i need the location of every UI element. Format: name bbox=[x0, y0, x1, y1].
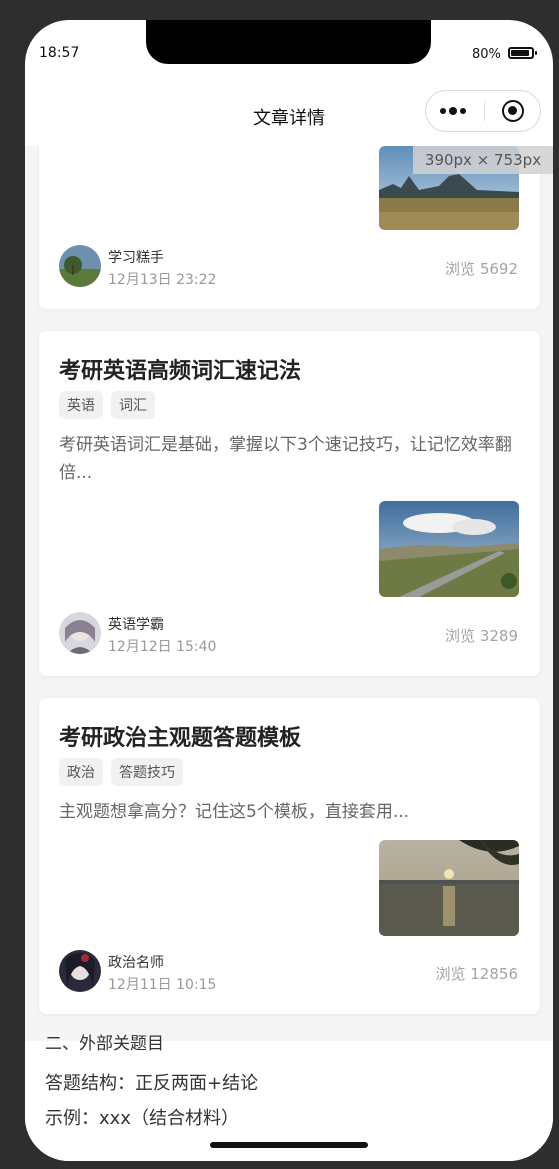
notch bbox=[146, 20, 431, 64]
article-excerpt: 考研英语词汇是基础，掌握以下3个速记技巧，让记忆效率翻倍... bbox=[59, 435, 512, 483]
more-icon[interactable] bbox=[440, 91, 466, 131]
article-tag[interactable]: 政治 bbox=[59, 758, 103, 786]
article-thumbnail bbox=[379, 501, 519, 597]
author-avatar[interactable] bbox=[59, 612, 101, 654]
debug-size-tooltip: 390px × 753px bbox=[413, 146, 553, 174]
article-thumbnail bbox=[379, 840, 519, 936]
capsule-divider bbox=[484, 101, 485, 121]
navigation-bar: 文章详情 bbox=[25, 90, 553, 146]
miniprogram-capsule bbox=[425, 90, 541, 132]
article-title[interactable]: 考研英语高频词汇速记法 bbox=[59, 353, 301, 385]
publish-date: 12月13日 23:22 bbox=[108, 272, 217, 288]
tag-list: 英语 词汇 bbox=[59, 391, 155, 419]
view-count: 浏览 12856 bbox=[435, 965, 519, 983]
battery-icon bbox=[508, 47, 537, 59]
article-card[interactable]: 考研英语高频词汇速记法 英语 词汇 考研英语词汇是基础，掌握以下3个速记技巧，让… bbox=[39, 331, 540, 676]
article-tag[interactable]: 词汇 bbox=[111, 391, 155, 419]
article-list[interactable]: 390px × 753px 学习糕手 12月13日 23:22 浏览 5692 … bbox=[25, 146, 553, 1161]
content-line: 示例：xxx（结合材料） bbox=[45, 1108, 239, 1129]
article-tag[interactable]: 答题技巧 bbox=[111, 758, 183, 786]
article-tag[interactable]: 英语 bbox=[59, 391, 103, 419]
author-name[interactable]: 政治名师 bbox=[108, 952, 164, 972]
close-miniprogram-icon[interactable] bbox=[502, 100, 524, 122]
battery-percent: 80% bbox=[472, 47, 501, 62]
publish-date: 12月12日 15:40 bbox=[108, 639, 217, 655]
article-excerpt: 主观题想拿高分？记住这5个模板，直接套用... bbox=[59, 802, 410, 822]
article-card[interactable]: 考研政治主观题答题模板 政治 答题技巧 主观题想拿高分？记住这5个模板，直接套用… bbox=[39, 698, 540, 1014]
view-count: 浏览 5692 bbox=[445, 260, 518, 278]
author-avatar[interactable] bbox=[59, 950, 101, 992]
status-bar: 18:57 80% bbox=[25, 20, 553, 90]
author-avatar[interactable] bbox=[59, 245, 101, 287]
publish-date: 12月11日 10:15 bbox=[108, 977, 217, 993]
author-name[interactable]: 英语学霸 bbox=[108, 614, 164, 634]
tag-list: 政治 答题技巧 bbox=[59, 758, 183, 786]
article-title[interactable]: 考研政治主观题答题模板 bbox=[59, 720, 301, 752]
phone-frame: 18:57 80% 文章详情 390px × 753px 学习糕手 12月13日… bbox=[25, 20, 553, 1161]
content-line: 二、外部关题目 bbox=[45, 1034, 164, 1054]
status-time: 18:57 bbox=[39, 45, 80, 61]
author-name[interactable]: 学习糕手 bbox=[108, 247, 164, 267]
content-line: 答题结构：正反两面+结论 bbox=[45, 1073, 259, 1094]
view-count: 浏览 3289 bbox=[445, 627, 518, 645]
home-indicator[interactable] bbox=[210, 1142, 368, 1148]
